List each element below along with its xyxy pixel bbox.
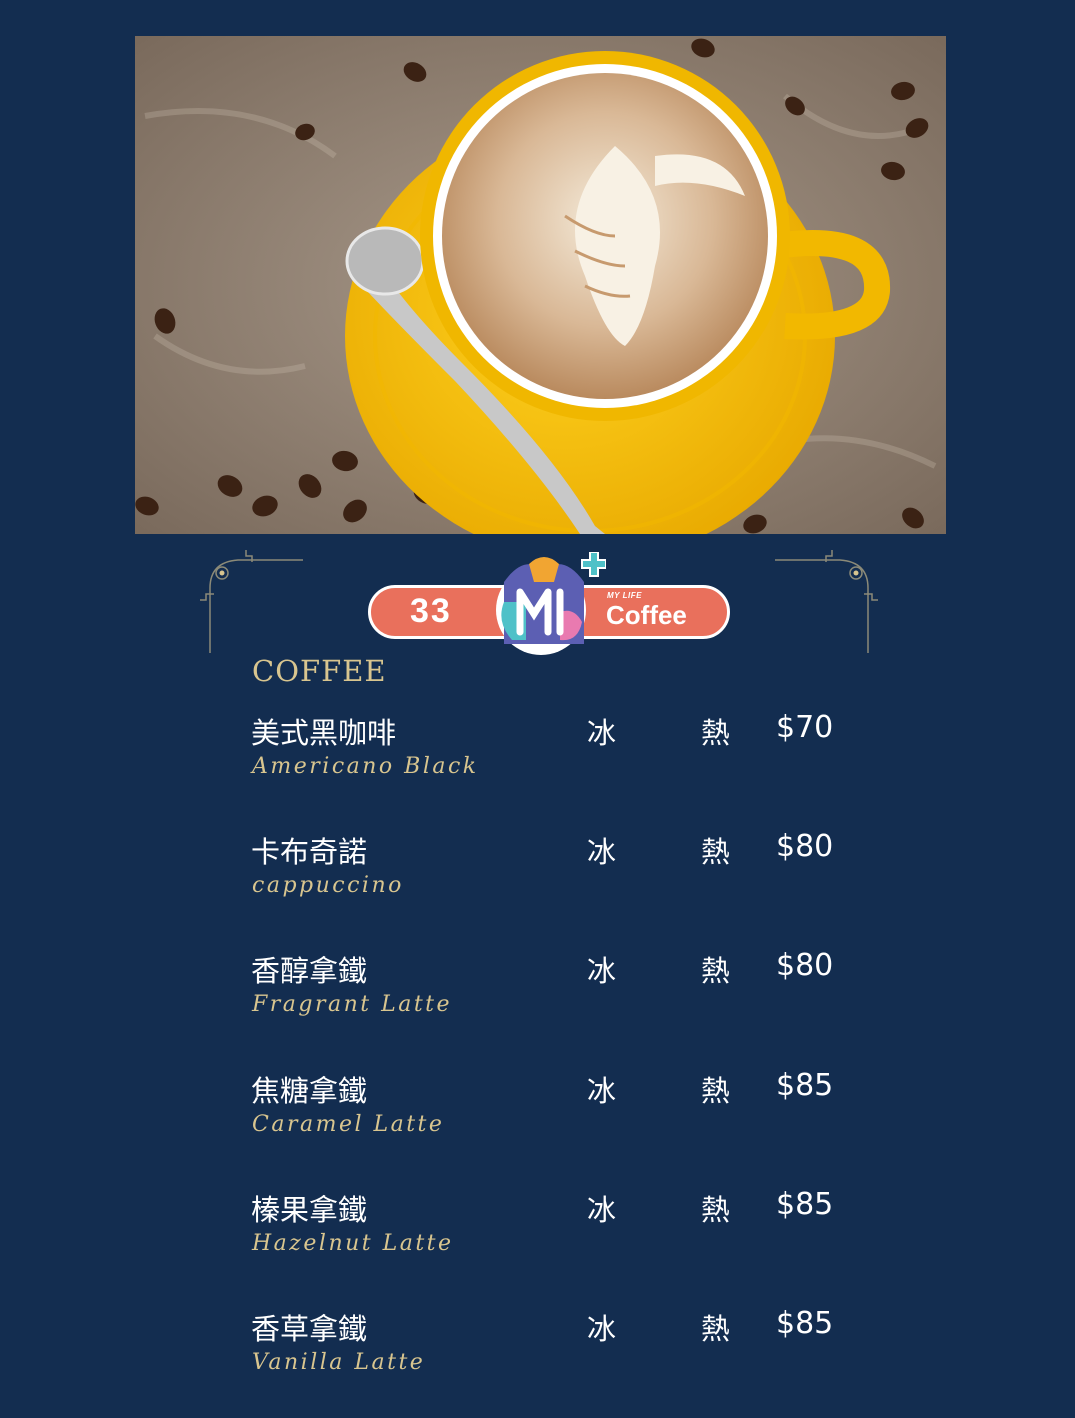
menu-item: 香醇拿鐵 Fragrant Latte 冰 熱 $80 — [0, 948, 1075, 1048]
menu-item: 焦糖拿鐵 Caramel Latte 冰 熱 $85 — [0, 1068, 1075, 1168]
item-hot-option: 熱 — [701, 954, 731, 988]
item-ice-option: 冰 — [587, 835, 617, 869]
item-hot-option: 熱 — [701, 1312, 731, 1346]
item-name-zh: 榛果拿鐵 — [251, 1193, 368, 1227]
menu-item: 榛果拿鐵 Hazelnut Latte 冰 熱 $85 — [0, 1187, 1075, 1287]
menu-item: 美式黑咖啡 Americano Black 冰 熱 $70 — [0, 710, 1075, 810]
item-ice-option: 冰 — [587, 1074, 617, 1108]
item-ice-option: 冰 — [587, 716, 617, 750]
item-name-zh: 卡布奇諾 — [251, 835, 368, 869]
item-price: $80 — [776, 829, 834, 864]
item-name-zh: 香醇拿鐵 — [251, 954, 368, 988]
item-name-zh: 美式黑咖啡 — [251, 716, 397, 750]
item-price: $85 — [776, 1306, 834, 1341]
item-price: $80 — [776, 948, 834, 983]
menu-item: 卡布奇諾 cappuccino 冰 熱 $80 — [0, 829, 1075, 929]
item-name-zh: 焦糖拿鐵 — [251, 1074, 368, 1108]
item-hot-option: 熱 — [701, 835, 731, 869]
item-ice-option: 冰 — [587, 1193, 617, 1227]
item-hot-option: 熱 — [701, 1074, 731, 1108]
item-name-en: Vanilla Latte — [252, 1350, 426, 1375]
item-name-en: Fragrant Latte — [252, 992, 453, 1017]
item-name-en: Hazelnut Latte — [252, 1231, 454, 1256]
item-hot-option: 熱 — [701, 716, 731, 750]
item-hot-option: 熱 — [701, 1193, 731, 1227]
item-name-en: Americano Black — [252, 754, 479, 779]
menu-item: 香草拿鐵 Vanilla Latte 冰 熱 $85 — [0, 1306, 1075, 1406]
item-price: $85 — [776, 1068, 834, 1103]
item-name-zh: 香草拿鐵 — [251, 1312, 368, 1346]
item-ice-option: 冰 — [587, 954, 617, 988]
item-ice-option: 冰 — [587, 1312, 617, 1346]
item-price: $70 — [776, 710, 834, 745]
item-name-en: Caramel Latte — [252, 1112, 445, 1137]
item-name-en: cappuccino — [252, 873, 404, 898]
item-price: $85 — [776, 1187, 834, 1222]
coffee-menu: 美式黑咖啡 Americano Black 冰 熱 $70 卡布奇諾 cappu… — [0, 0, 1075, 1418]
